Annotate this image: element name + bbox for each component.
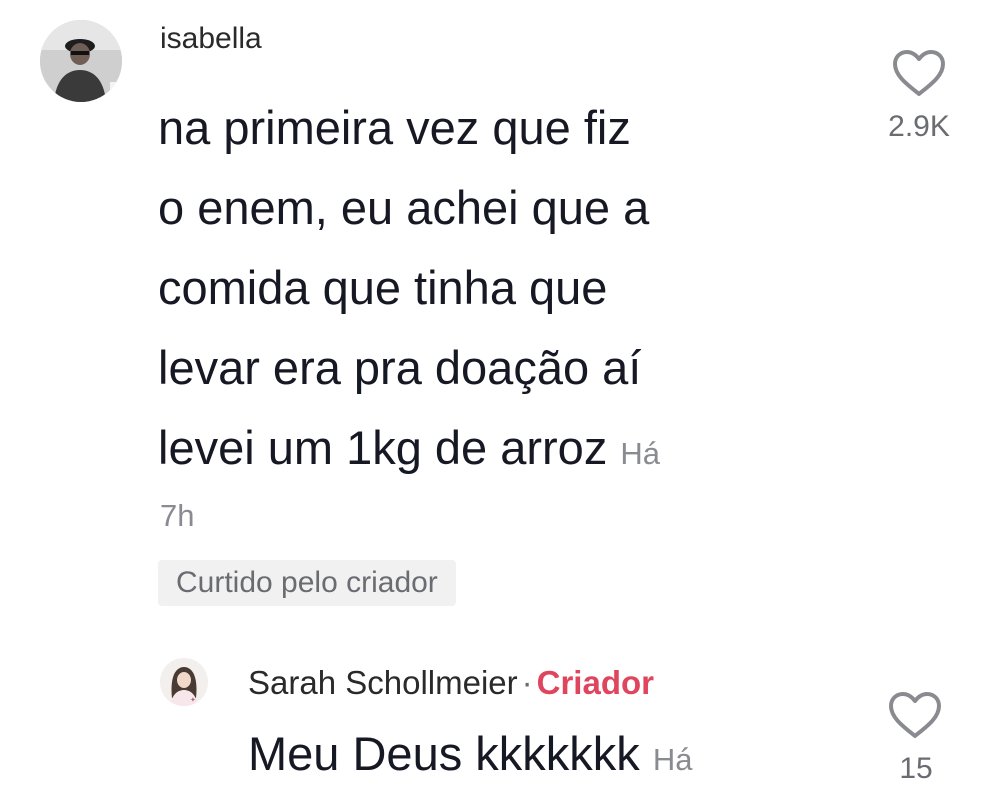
comment-line-1: na primeira vez que fiz (158, 101, 631, 154)
comment-line-2: o enem, eu achei que a (158, 181, 650, 234)
comment-line-5: levei um 1kg de arroz (158, 421, 608, 474)
comment-timestamp: 7h (160, 498, 195, 533)
svg-text:✦: ✦ (190, 696, 196, 704)
comment-time-prefix: Há (620, 436, 661, 471)
reply-separator: · (521, 664, 533, 701)
reply-header: Sarah Schollmeier · Criador (248, 664, 654, 702)
comment-line-4: levar era pra doação aí (158, 341, 642, 394)
creator-avatar-icon: ✦ (160, 658, 208, 706)
reply-username[interactable]: Sarah Schollmeier (248, 664, 518, 701)
heart-outline-icon[interactable] (886, 690, 944, 740)
comment-body: na primeira vez que fiz o enem, eu achei… (158, 88, 838, 494)
comment-like-count: 2.9K (888, 110, 950, 143)
liked-by-creator-badge: Curtido pelo criador (158, 560, 456, 606)
commenter-avatar[interactable] (40, 20, 122, 102)
reply-like-count: 15 (899, 752, 933, 785)
reply-text: Meu Deus kkkkkkk (248, 727, 640, 780)
reply-body: Meu Deus kkkkkkk Há (248, 726, 692, 781)
comment-line-3: comida que tinha que (158, 261, 608, 314)
commenter-username[interactable]: isabella (160, 22, 262, 56)
reply-time-prefix: Há (652, 742, 693, 777)
user-avatar-icon (40, 20, 122, 102)
creator-tag: Criador (536, 664, 654, 701)
creator-avatar[interactable]: ✦ (160, 658, 208, 706)
heart-outline-icon[interactable] (890, 48, 948, 98)
